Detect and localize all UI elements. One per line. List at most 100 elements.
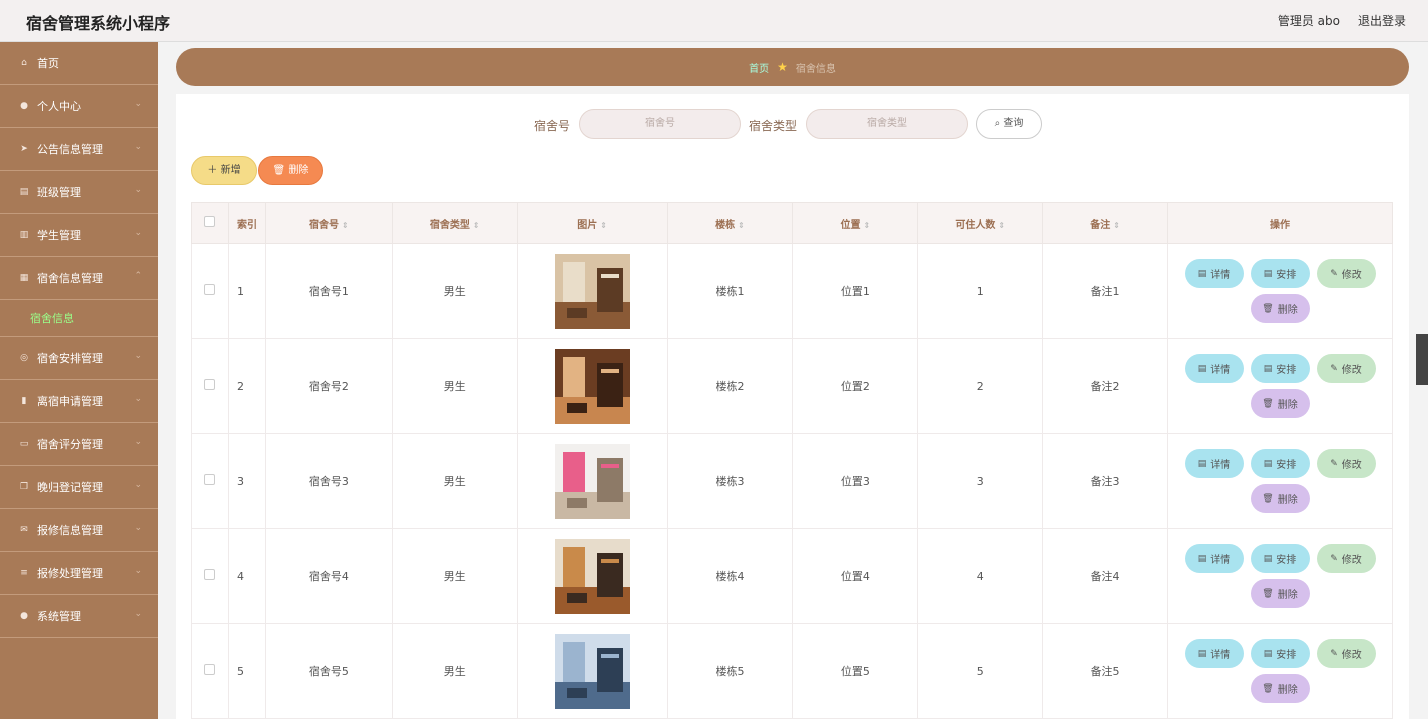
cell-location: 位置4 <box>792 528 919 624</box>
row-delete-button[interactable]: 🗑 删除 <box>1250 294 1310 323</box>
dorm-table: 索引 宿舍号 ⇕ 宿舍类型 ⇕ 图片 ⇕ 楼栋 ⇕ 位置 ⇕ 可住人数 ⇕ 备注 ⇕ 操作 1… <box>191 202 1393 719</box>
sidebar-item-profile[interactable]: ● 个人中心 ⌄ <box>0 85 158 128</box>
add-button[interactable]: ＋ 新增 <box>191 156 257 185</box>
room-no-input[interactable]: 宿舍号 <box>579 109 741 139</box>
detail-button[interactable]: ▤ 详情 <box>1184 639 1244 668</box>
header-remark[interactable]: 备注 ⇕ <box>1042 202 1168 244</box>
row-checkbox[interactable] <box>204 284 216 295</box>
sidebar-item-label: 晚归登记管理 <box>37 481 103 494</box>
edit-button[interactable]: ✎ 修改 <box>1316 259 1376 288</box>
detail-label: 详情 <box>1210 650 1231 661</box>
drawer-handle[interactable] <box>1416 334 1428 385</box>
document-icon: ▤ <box>1197 553 1207 564</box>
sidebar-item-student[interactable]: ▥ 学生管理 ⌄ <box>0 214 158 257</box>
sidebar-item-label: 公告信息管理 <box>37 143 103 156</box>
header-image[interactable]: 图片 ⇕ <box>516 202 668 244</box>
detail-label: 详情 <box>1210 270 1231 281</box>
sort-icon[interactable]: ⇕ <box>600 221 607 230</box>
sort-icon[interactable]: ⇕ <box>1113 221 1120 230</box>
row-delete-button[interactable]: 🗑 删除 <box>1250 579 1310 608</box>
row-checkbox[interactable] <box>204 569 216 580</box>
room-photo <box>554 633 630 709</box>
sidebar-item-repair-handle[interactable]: ≡ 报修处理管理 ⌄ <box>0 552 158 595</box>
header-label: 备注 <box>1090 219 1111 231</box>
edit-button[interactable]: ✎ 修改 <box>1316 449 1376 478</box>
sort-icon[interactable]: ⇕ <box>864 221 871 230</box>
sort-icon[interactable]: ⇕ <box>473 221 480 230</box>
breadcrumb-current: 宿舍信息 <box>795 63 836 75</box>
cell-index: 4 <box>227 528 266 624</box>
sidebar-item-notice[interactable]: ➤ 公告信息管理 ⌄ <box>0 128 158 171</box>
detail-button[interactable]: ▤ 详情 <box>1184 544 1244 573</box>
app-title: 宿舍管理系统小程序 <box>26 14 171 33</box>
row-select-cell[interactable] <box>191 528 229 624</box>
arrange-button[interactable]: ▤ 安排 <box>1250 544 1310 573</box>
bars-icon: ▮ <box>21 396 27 406</box>
trash-icon: 🗑 <box>1262 588 1274 599</box>
row-delete-label: 删除 <box>1277 495 1298 506</box>
chevron-down-icon: ⌄ <box>134 228 142 238</box>
chevron-down-icon: ⌄ <box>134 99 142 109</box>
row-delete-button[interactable]: 🗑 删除 <box>1250 674 1310 703</box>
arrange-button[interactable]: ▤ 安排 <box>1250 354 1310 383</box>
trash-icon: 🗑 <box>1262 683 1274 694</box>
cell-remark: 备注1 <box>1042 243 1168 339</box>
sidebar-item-dorm-info[interactable]: ▦ 宿舍信息管理 ⌃ <box>0 257 158 300</box>
sidebar-subitem-dorm-info[interactable]: 宿舍信息 <box>0 300 158 337</box>
header-location[interactable]: 位置 ⇕ <box>792 202 919 244</box>
sidebar-item-late[interactable]: ❐ 晚归登记管理 ⌄ <box>0 466 158 509</box>
sidebar-item-system[interactable]: ● 系统管理 ⌄ <box>0 595 158 638</box>
sidebar-item-score[interactable]: ▭ 宿舍评分管理 ⌄ <box>0 423 158 466</box>
sort-icon[interactable]: ⇕ <box>342 221 349 230</box>
cell-capacity: 1 <box>917 243 1044 339</box>
select-all-checkbox[interactable] <box>204 216 216 227</box>
cell-image <box>516 243 668 339</box>
select-all-cell[interactable] <box>191 202 229 244</box>
row-select-cell[interactable] <box>191 243 229 339</box>
cell-index: 5 <box>227 623 266 719</box>
search-button[interactable]: ⌕ 查询 <box>976 109 1042 139</box>
header-label: 宿舍号 <box>309 219 340 231</box>
row-checkbox[interactable] <box>204 664 216 675</box>
cell-location: 位置5 <box>792 623 919 719</box>
edit-button[interactable]: ✎ 修改 <box>1316 354 1376 383</box>
sidebar-item-repair-info[interactable]: ✉ 报修信息管理 ⌄ <box>0 509 158 552</box>
breadcrumb-home[interactable]: 首页 <box>749 60 769 75</box>
cell-actions: ▤ 详情 ▤ 安排 ✎ 修改 🗑 删除 <box>1167 243 1393 339</box>
row-delete-button[interactable]: 🗑 删除 <box>1250 484 1310 513</box>
arrange-button[interactable]: ▤ 安排 <box>1250 259 1310 288</box>
edit-button[interactable]: ✎ 修改 <box>1316 639 1376 668</box>
header-room-no[interactable]: 宿舍号 ⇕ <box>264 202 393 244</box>
cell-index: 3 <box>227 433 266 529</box>
row-select-cell[interactable] <box>191 623 229 719</box>
logout-link[interactable]: 退出登录 <box>1358 12 1406 29</box>
sort-icon[interactable]: ⇕ <box>738 221 745 230</box>
row-delete-button[interactable]: 🗑 删除 <box>1250 389 1310 418</box>
detail-button[interactable]: ▤ 详情 <box>1184 449 1244 478</box>
detail-button[interactable]: ▤ 详情 <box>1184 354 1244 383</box>
header-capacity[interactable]: 可住人数 ⇕ <box>917 202 1044 244</box>
sidebar-item-home[interactable]: ⌂ 首页 <box>0 42 158 85</box>
header-room-type[interactable]: 宿舍类型 ⇕ <box>391 202 518 244</box>
row-checkbox[interactable] <box>204 379 216 390</box>
arrange-button[interactable]: ▤ 安排 <box>1250 639 1310 668</box>
cell-room-no: 宿舍号5 <box>264 623 393 719</box>
edit-button[interactable]: ✎ 修改 <box>1316 544 1376 573</box>
detail-button[interactable]: ▤ 详情 <box>1184 259 1244 288</box>
row-select-cell[interactable] <box>191 338 229 434</box>
sort-icon[interactable]: ⇕ <box>998 221 1005 230</box>
row-select-cell[interactable] <box>191 433 229 529</box>
row-checkbox[interactable] <box>204 474 216 485</box>
pencil-icon: ✎ <box>1330 553 1338 564</box>
arrange-button[interactable]: ▤ 安排 <box>1250 449 1310 478</box>
header-actions: 操作 <box>1167 202 1393 244</box>
sidebar-item-leave[interactable]: ▮ 离宿申请管理 ⌄ <box>0 380 158 423</box>
delete-button[interactable]: 🗑 删除 <box>258 156 323 185</box>
chevron-down-icon: ⌄ <box>134 480 142 490</box>
sidebar-item-dorm-arrange[interactable]: ◎ 宿舍安排管理 ⌄ <box>0 337 158 380</box>
header-building[interactable]: 楼栋 ⇕ <box>666 202 794 244</box>
cell-actions: ▤ 详情 ▤ 安排 ✎ 修改 🗑 删除 <box>1167 338 1393 434</box>
room-type-input[interactable]: 宿舍类型 <box>806 109 968 139</box>
comment-icon: ▭ <box>19 439 29 449</box>
sidebar-item-class[interactable]: ▤ 班级管理 ⌄ <box>0 171 158 214</box>
